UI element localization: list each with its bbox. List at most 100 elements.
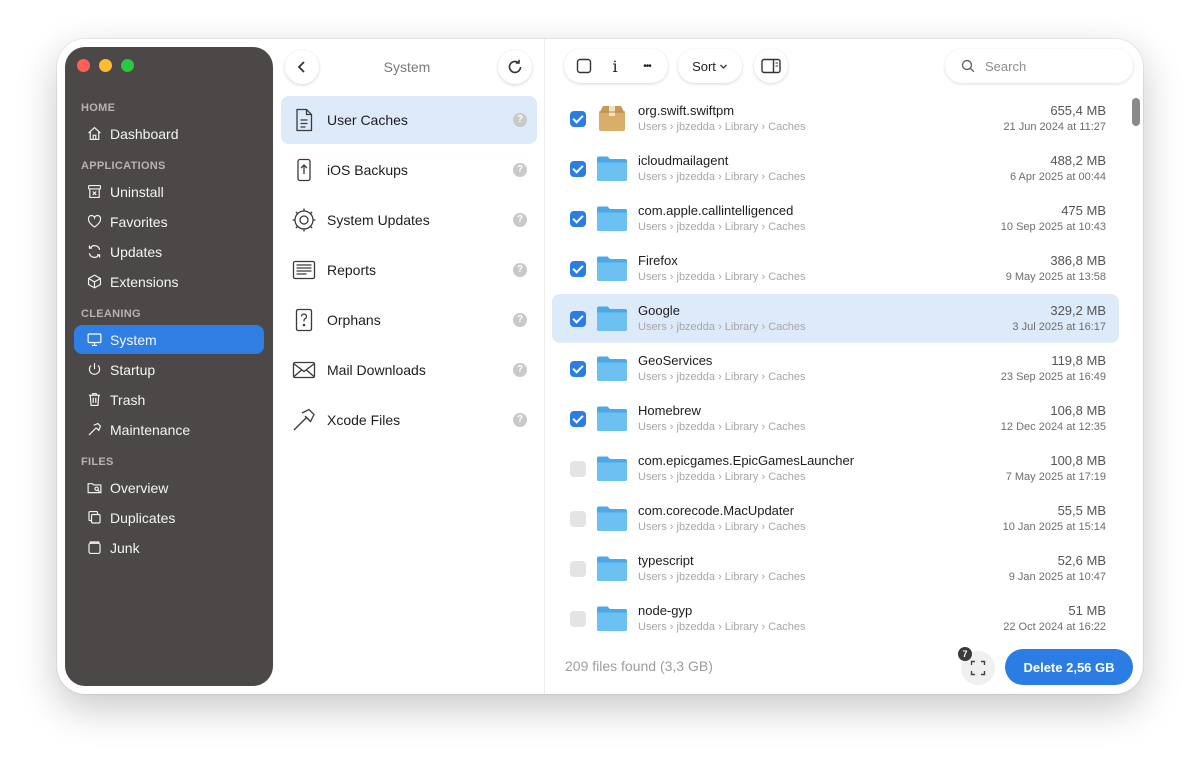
folder-icon	[596, 253, 628, 283]
help-icon[interactable]: ?	[513, 213, 527, 227]
package-icon	[596, 103, 628, 133]
category-mail-downloads[interactable]: Mail Downloads ?	[281, 346, 537, 394]
sidebar-item-extensions[interactable]: Extensions	[74, 267, 264, 296]
file-checkbox[interactable]	[570, 111, 586, 127]
category-label: Xcode Files	[327, 412, 401, 428]
back-button[interactable]	[285, 50, 319, 84]
file-name: com.apple.callintelligenced	[638, 203, 794, 218]
heart-icon	[87, 214, 102, 228]
file-row[interactable]: com.apple.callintelligenced Users › jbzed…	[552, 194, 1119, 243]
sort-label: Sort	[692, 58, 716, 74]
file-checkbox[interactable]	[570, 411, 586, 427]
file-checkbox[interactable]	[570, 511, 586, 527]
file-checkbox[interactable]	[570, 461, 586, 477]
help-icon[interactable]: ?	[513, 163, 527, 177]
more-button[interactable]: •••	[630, 49, 664, 83]
file-row[interactable]: icloudmailagent Users › jbzedda › Library…	[552, 144, 1119, 193]
sidebar-item-startup[interactable]: Startup	[74, 355, 264, 384]
file-checkbox[interactable]	[570, 211, 586, 227]
help-icon[interactable]: ?	[513, 313, 527, 327]
file-size: 329,2 MB	[1050, 303, 1106, 318]
window-controls	[77, 59, 134, 72]
folder-icon	[596, 403, 628, 433]
file-row[interactable]: Homebrew Users › jbzedda › Library › Cach…	[552, 394, 1119, 443]
chevron-left-icon	[297, 61, 305, 73]
sidebar-item-overview[interactable]: Overview	[74, 473, 264, 502]
sidebar-item-label: Overview	[110, 479, 169, 496]
close-window-button[interactable]	[77, 59, 90, 72]
category-label: System Updates	[327, 212, 430, 228]
category-user-caches[interactable]: User Caches ?	[281, 96, 537, 144]
zoom-window-button[interactable]	[121, 59, 134, 72]
file-name: Firefox	[638, 253, 678, 268]
section-home: HOME	[81, 102, 116, 114]
file-date: 12 Dec 2024 at 12:35	[1000, 421, 1106, 433]
sidebar-item-updates[interactable]: Updates	[74, 237, 264, 266]
sidebar-item-uninstall[interactable]: Uninstall	[74, 177, 264, 206]
checkbox-icon	[576, 58, 592, 74]
sidebar-item-maintenance[interactable]: Maintenance	[74, 415, 264, 444]
category-label: User Caches	[327, 112, 408, 128]
sidebar-item-favorites[interactable]: Favorites	[74, 207, 264, 236]
file-path: Users › jbzedda › Library › Caches	[638, 621, 806, 633]
sidebar-item-system[interactable]: System	[74, 325, 264, 354]
help-icon[interactable]: ?	[513, 263, 527, 277]
file-path: Users › jbzedda › Library › Caches	[638, 421, 806, 433]
toggle-inspector-button[interactable]	[754, 49, 788, 83]
info-button[interactable]: i	[600, 49, 630, 83]
file-checkbox[interactable]	[570, 261, 586, 277]
sort-button[interactable]: Sort	[678, 49, 742, 83]
file-name: icloudmailagent	[638, 153, 729, 168]
file-checkbox[interactable]	[570, 361, 586, 377]
file-checkbox[interactable]	[570, 611, 586, 627]
refresh-icon	[88, 245, 101, 258]
file-row[interactable]: com.epicgames.EpicGamesLauncher Users › j…	[552, 444, 1119, 493]
select-all-button[interactable]	[564, 49, 600, 83]
file-row[interactable]: Firefox Users › jbzedda › Library › Cache…	[552, 244, 1119, 293]
file-name: typescript	[638, 553, 694, 568]
expand-badge: 7	[958, 647, 972, 661]
minimize-window-button[interactable]	[99, 59, 112, 72]
category-system-updates[interactable]: System Updates ?	[281, 196, 537, 244]
sidebar-item-trash[interactable]: Trash	[74, 385, 264, 414]
file-size: 55,5 MB	[1057, 503, 1106, 518]
scrollbar-thumb[interactable]	[1132, 98, 1140, 126]
category-xcode-files[interactable]: Xcode Files ?	[281, 396, 537, 444]
uninstall-icon	[87, 184, 102, 199]
file-row[interactable]: org.swift.swiftpm Users › jbzedda › Libra…	[552, 94, 1119, 143]
file-path: Users › jbzedda › Library › Caches	[638, 121, 806, 133]
expand-icon	[970, 660, 986, 676]
file-row[interactable]: Google Users › jbzedda › Library › Caches…	[552, 294, 1119, 343]
file-checkbox[interactable]	[570, 161, 586, 177]
help-icon[interactable]: ?	[513, 363, 527, 377]
file-name: com.corecode.MacUpdater	[638, 503, 795, 518]
file-date: 23 Sep 2025 at 16:49	[1000, 371, 1106, 383]
section-applications: APPLICATIONS	[81, 160, 166, 172]
file-row[interactable]: com.corecode.MacUpdater Users › jbzedda ›…	[552, 494, 1119, 543]
file-date: 3 Jul 2025 at 16:17	[1012, 321, 1106, 333]
rescan-button[interactable]	[498, 50, 532, 84]
column-divider	[544, 39, 545, 694]
category-label: iOS Backups	[327, 162, 408, 178]
file-size: 51 MB	[1068, 603, 1106, 618]
folder-icon	[596, 453, 628, 483]
search-input[interactable]	[985, 58, 1115, 74]
file-name: com.epicgames.EpicGamesLauncher	[638, 453, 855, 468]
search-field[interactable]	[945, 49, 1133, 83]
sidebar-item-junk[interactable]: Junk	[74, 533, 264, 562]
file-checkbox[interactable]	[570, 311, 586, 327]
help-icon[interactable]: ?	[513, 413, 527, 427]
file-row[interactable]: typescript Users › jbzedda › Library › Ca…	[552, 544, 1119, 593]
help-icon[interactable]: ?	[513, 113, 527, 127]
category-reports[interactable]: Reports ?	[281, 246, 537, 294]
category-ios-backups[interactable]: iOS Backups ?	[281, 146, 537, 194]
file-row[interactable]: GeoServices Users › jbzedda › Library › C…	[552, 344, 1119, 393]
delete-button[interactable]: Delete 2,56 GB	[1005, 649, 1133, 685]
file-row[interactable]: node-gyp Users › jbzedda › Library › Cach…	[552, 594, 1119, 643]
sidebar-item-dashboard[interactable]: Dashboard	[74, 119, 264, 148]
files-found-summary: 209 files found (3,3 GB)	[565, 658, 713, 674]
scrollbar-track[interactable]	[1130, 94, 1142, 637]
category-orphans[interactable]: Orphans ?	[281, 296, 537, 344]
file-checkbox[interactable]	[570, 561, 586, 577]
sidebar-item-duplicates[interactable]: Duplicates	[74, 503, 264, 532]
